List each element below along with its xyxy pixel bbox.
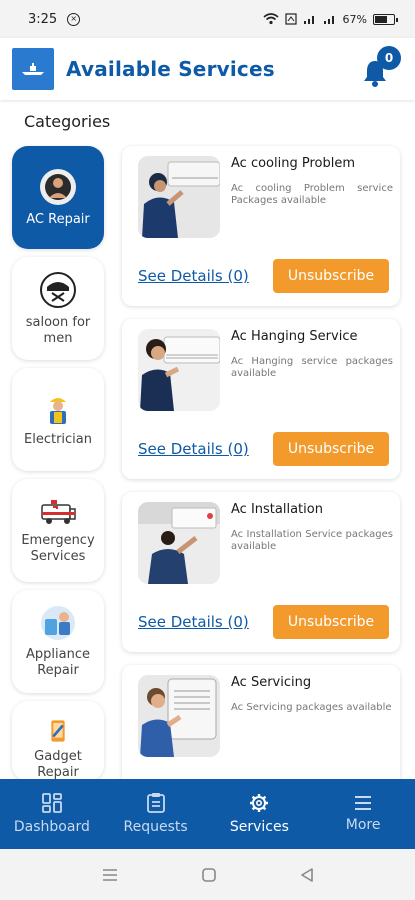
see-details-link[interactable]: See Details (0) — [138, 440, 249, 458]
service-description: Ac Hanging service packages available — [231, 356, 393, 379]
service-card: Ac cooling Problem Ac cooling Problem se… — [122, 146, 400, 306]
wifi-icon — [263, 13, 279, 25]
see-details-link[interactable]: See Details (0) — [138, 267, 249, 285]
nav-requests[interactable]: Requests — [104, 779, 208, 849]
system-navigation — [0, 849, 415, 900]
see-details-link[interactable]: See Details (0) — [138, 613, 249, 631]
category-saloon[interactable]: saloon for men — [12, 257, 104, 360]
notification-status-icon: × — [67, 12, 81, 26]
unsubscribe-button[interactable]: Unsubscribe — [273, 432, 389, 466]
nav-label: Services — [229, 819, 289, 835]
service-title: Ac Installation — [231, 502, 323, 517]
recent-apps-icon[interactable] — [102, 868, 118, 882]
status-bar: 3:25 × 67% — [0, 0, 415, 38]
service-image — [138, 502, 220, 584]
service-description: Ac Servicing packages available — [231, 702, 392, 713]
gadget-repair-icon — [51, 720, 65, 742]
back-icon[interactable] — [300, 867, 314, 882]
service-list: Ac cooling Problem Ac cooling Problem se… — [122, 146, 400, 838]
notification-badge: 0 — [377, 46, 401, 70]
category-gadget-repair[interactable]: Gadget Repair — [12, 701, 104, 781]
nav-dashboard[interactable]: Dashboard — [0, 779, 104, 849]
service-image — [138, 675, 220, 757]
service-description: Ac Installation Service packages availab… — [231, 529, 393, 552]
nav-label: Dashboard — [13, 819, 90, 835]
notification-button[interactable]: 0 — [361, 46, 401, 90]
ac-repair-icon — [40, 168, 76, 205]
service-image — [138, 156, 220, 238]
service-title: Ac Hanging Service — [231, 329, 358, 344]
appliance-repair-icon — [41, 605, 75, 640]
category-appliance-repair[interactable]: Appliance Repair — [12, 590, 104, 693]
category-label: Electrician — [24, 431, 92, 447]
menu-icon — [355, 796, 372, 810]
nav-label: Requests — [123, 819, 188, 835]
category-label: saloon for men — [25, 314, 91, 346]
category-label: Emergency Services — [21, 532, 95, 564]
signal-icon — [303, 16, 314, 24]
service-description: Ac cooling Problem service Packages avai… — [231, 183, 393, 206]
category-electrician[interactable]: Electrician — [12, 368, 104, 471]
saloon-icon — [40, 271, 76, 308]
category-label: Gadget Repair — [34, 749, 82, 780]
data-icon — [284, 13, 297, 25]
app-logo — [12, 48, 54, 90]
status-time: 3:25 — [28, 11, 58, 27]
category-label: AC Repair — [26, 211, 90, 227]
category-label: Appliance Repair — [26, 646, 90, 678]
service-card: Ac Hanging Service Ac Hanging service pa… — [122, 319, 400, 479]
clipboard-icon — [146, 793, 165, 813]
service-title: Ac cooling Problem — [231, 156, 355, 171]
ambulance-icon — [41, 499, 76, 524]
gear-icon — [250, 794, 269, 812]
battery-percent: 67% — [342, 12, 367, 26]
service-card: Ac Installation Ac Installation Service … — [122, 492, 400, 652]
nav-more[interactable]: More — [311, 779, 415, 849]
signal-icon-2 — [323, 16, 334, 24]
category-ac-repair[interactable]: AC Repair — [12, 146, 104, 249]
electrician-icon — [50, 397, 66, 424]
category-list: AC Repair saloon for men Electrician Eme… — [12, 146, 104, 789]
service-title: Ac Servicing — [231, 675, 312, 690]
nav-label: More — [345, 817, 381, 833]
service-image — [138, 329, 220, 411]
dashboard-icon — [41, 793, 62, 813]
bottom-navigation: Dashboard Requests Services More — [0, 779, 415, 849]
nav-services[interactable]: Services — [208, 779, 312, 849]
battery-icon — [373, 13, 398, 25]
page-title: Available Services — [66, 57, 275, 81]
categories-heading: Categories — [24, 112, 111, 131]
category-emergency-services[interactable]: Emergency Services — [12, 479, 104, 582]
app-header: Available Services 0 — [0, 38, 415, 100]
home-icon[interactable] — [201, 867, 216, 882]
unsubscribe-button[interactable]: Unsubscribe — [273, 259, 389, 293]
unsubscribe-button[interactable]: Unsubscribe — [273, 605, 389, 639]
